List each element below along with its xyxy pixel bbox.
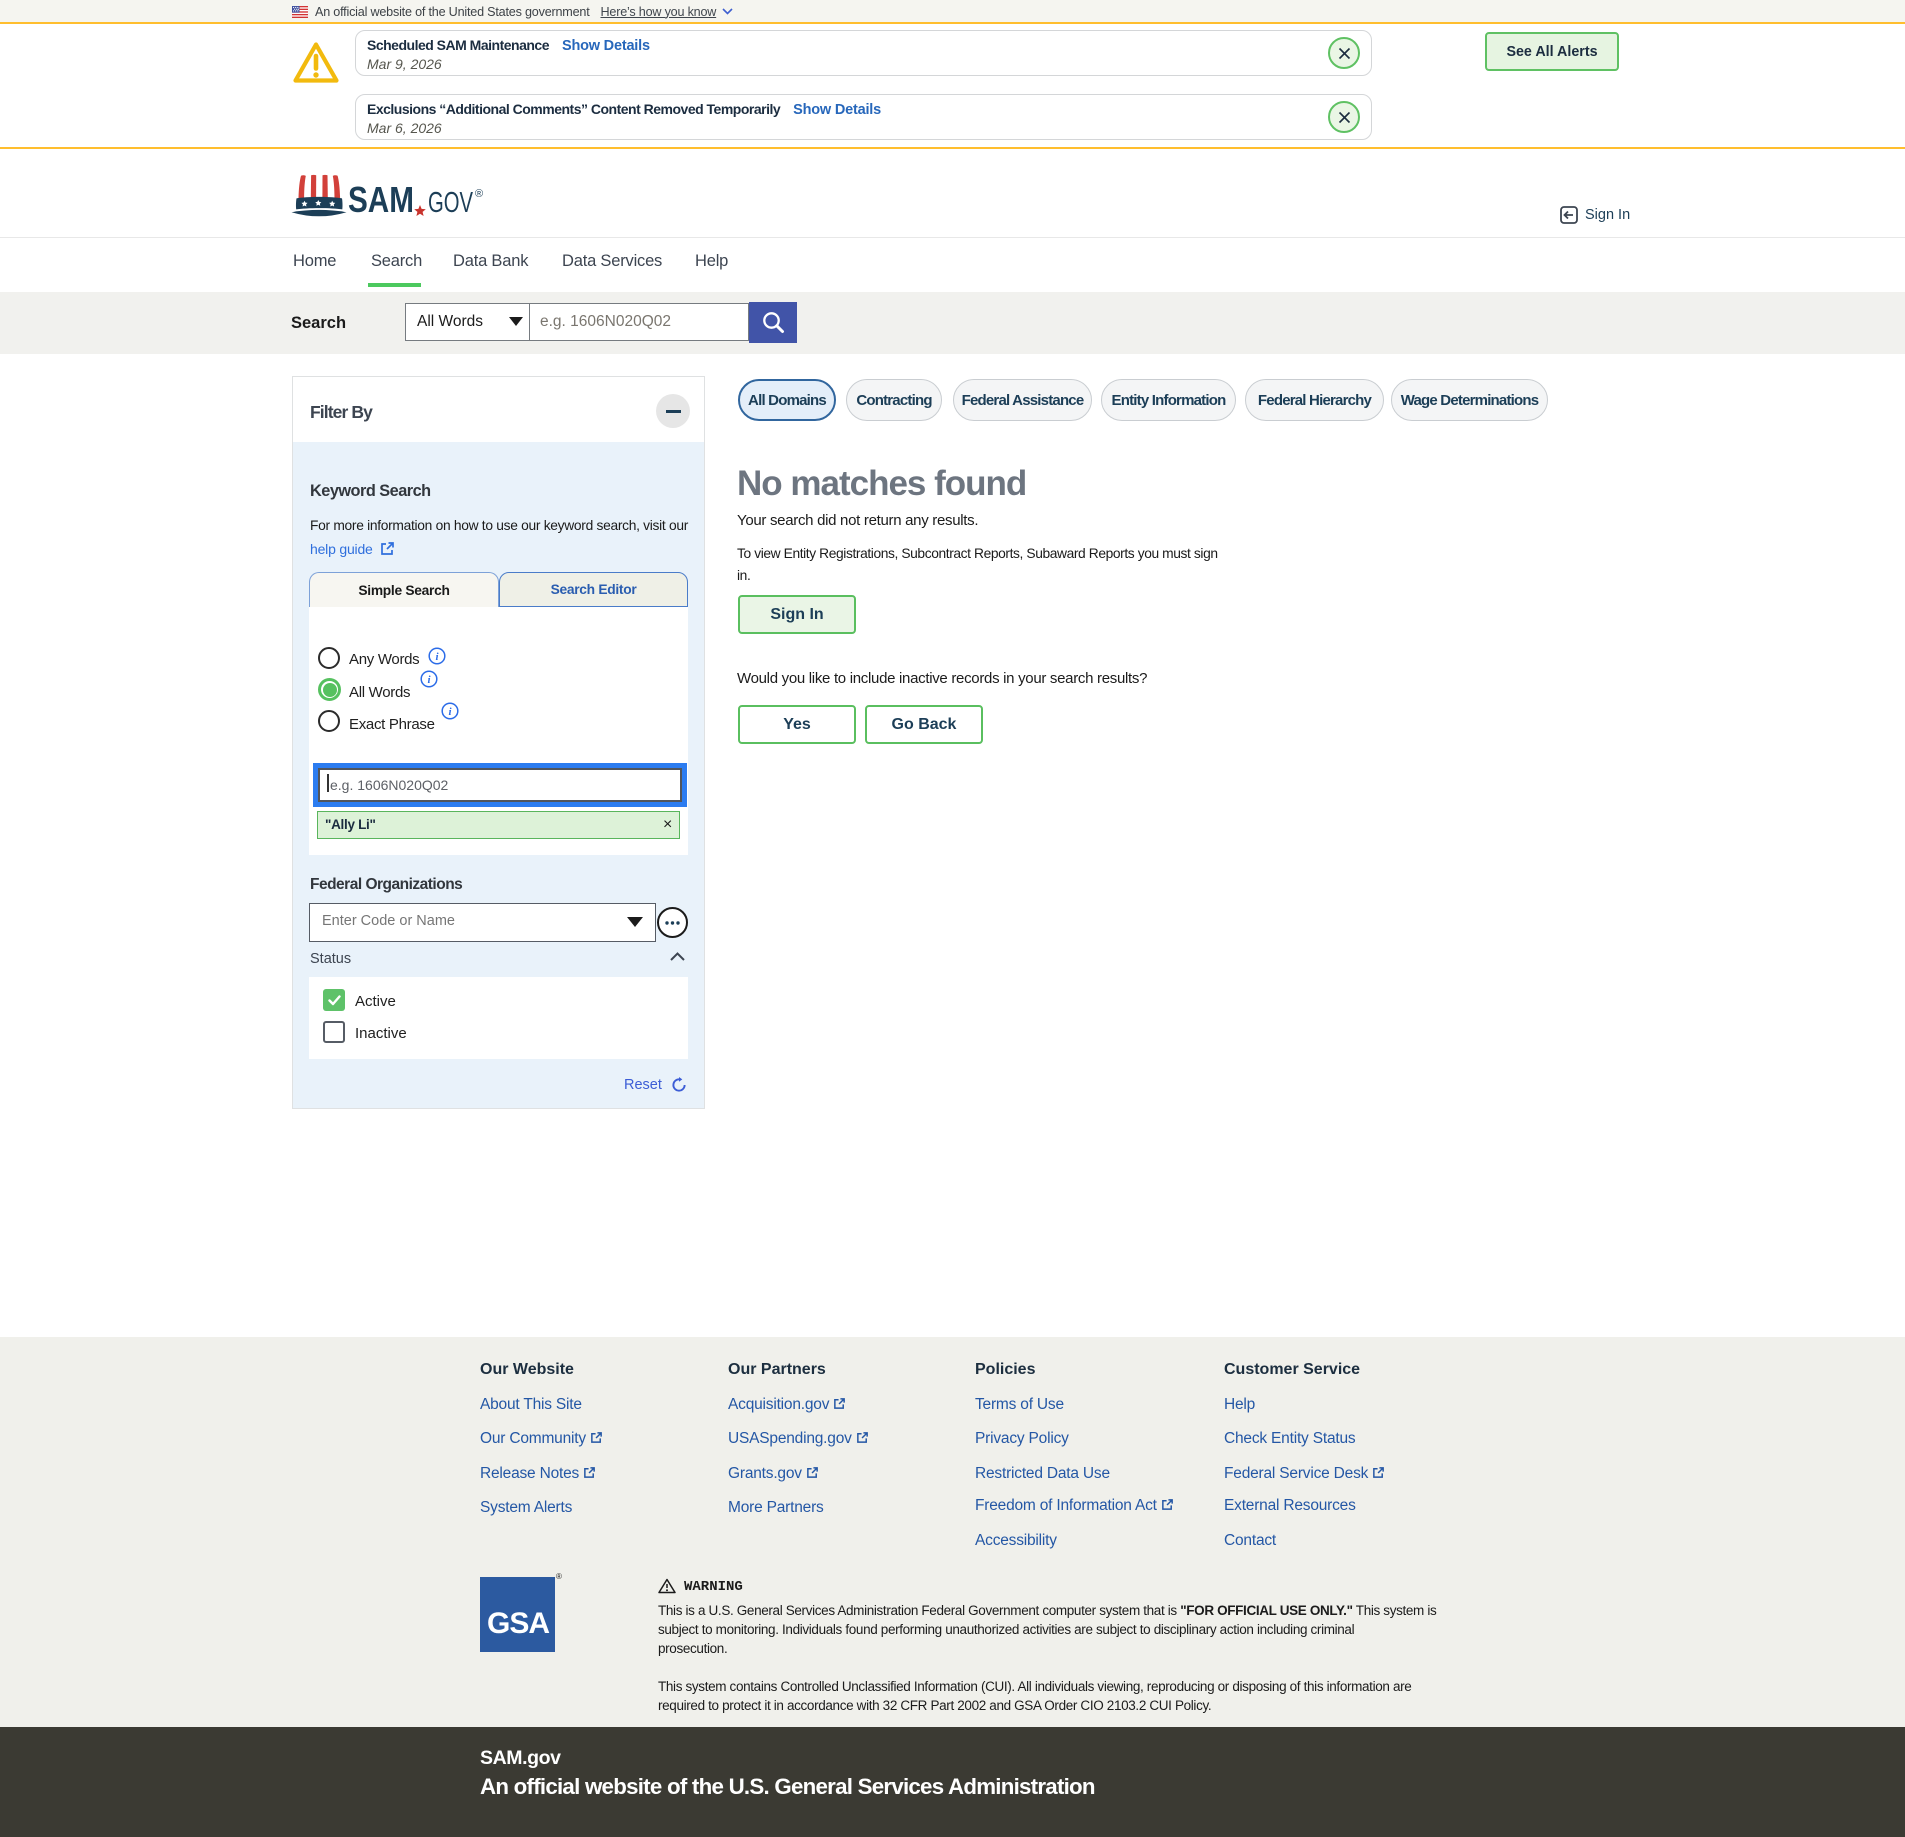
svg-text:SAM: SAM [348, 179, 414, 219]
svg-text:GOV: GOV [428, 187, 473, 219]
svg-text:®: ® [475, 188, 483, 200]
svg-text:i: i [427, 674, 431, 686]
svg-text:i: i [435, 651, 439, 663]
svg-text:i: i [448, 706, 452, 718]
